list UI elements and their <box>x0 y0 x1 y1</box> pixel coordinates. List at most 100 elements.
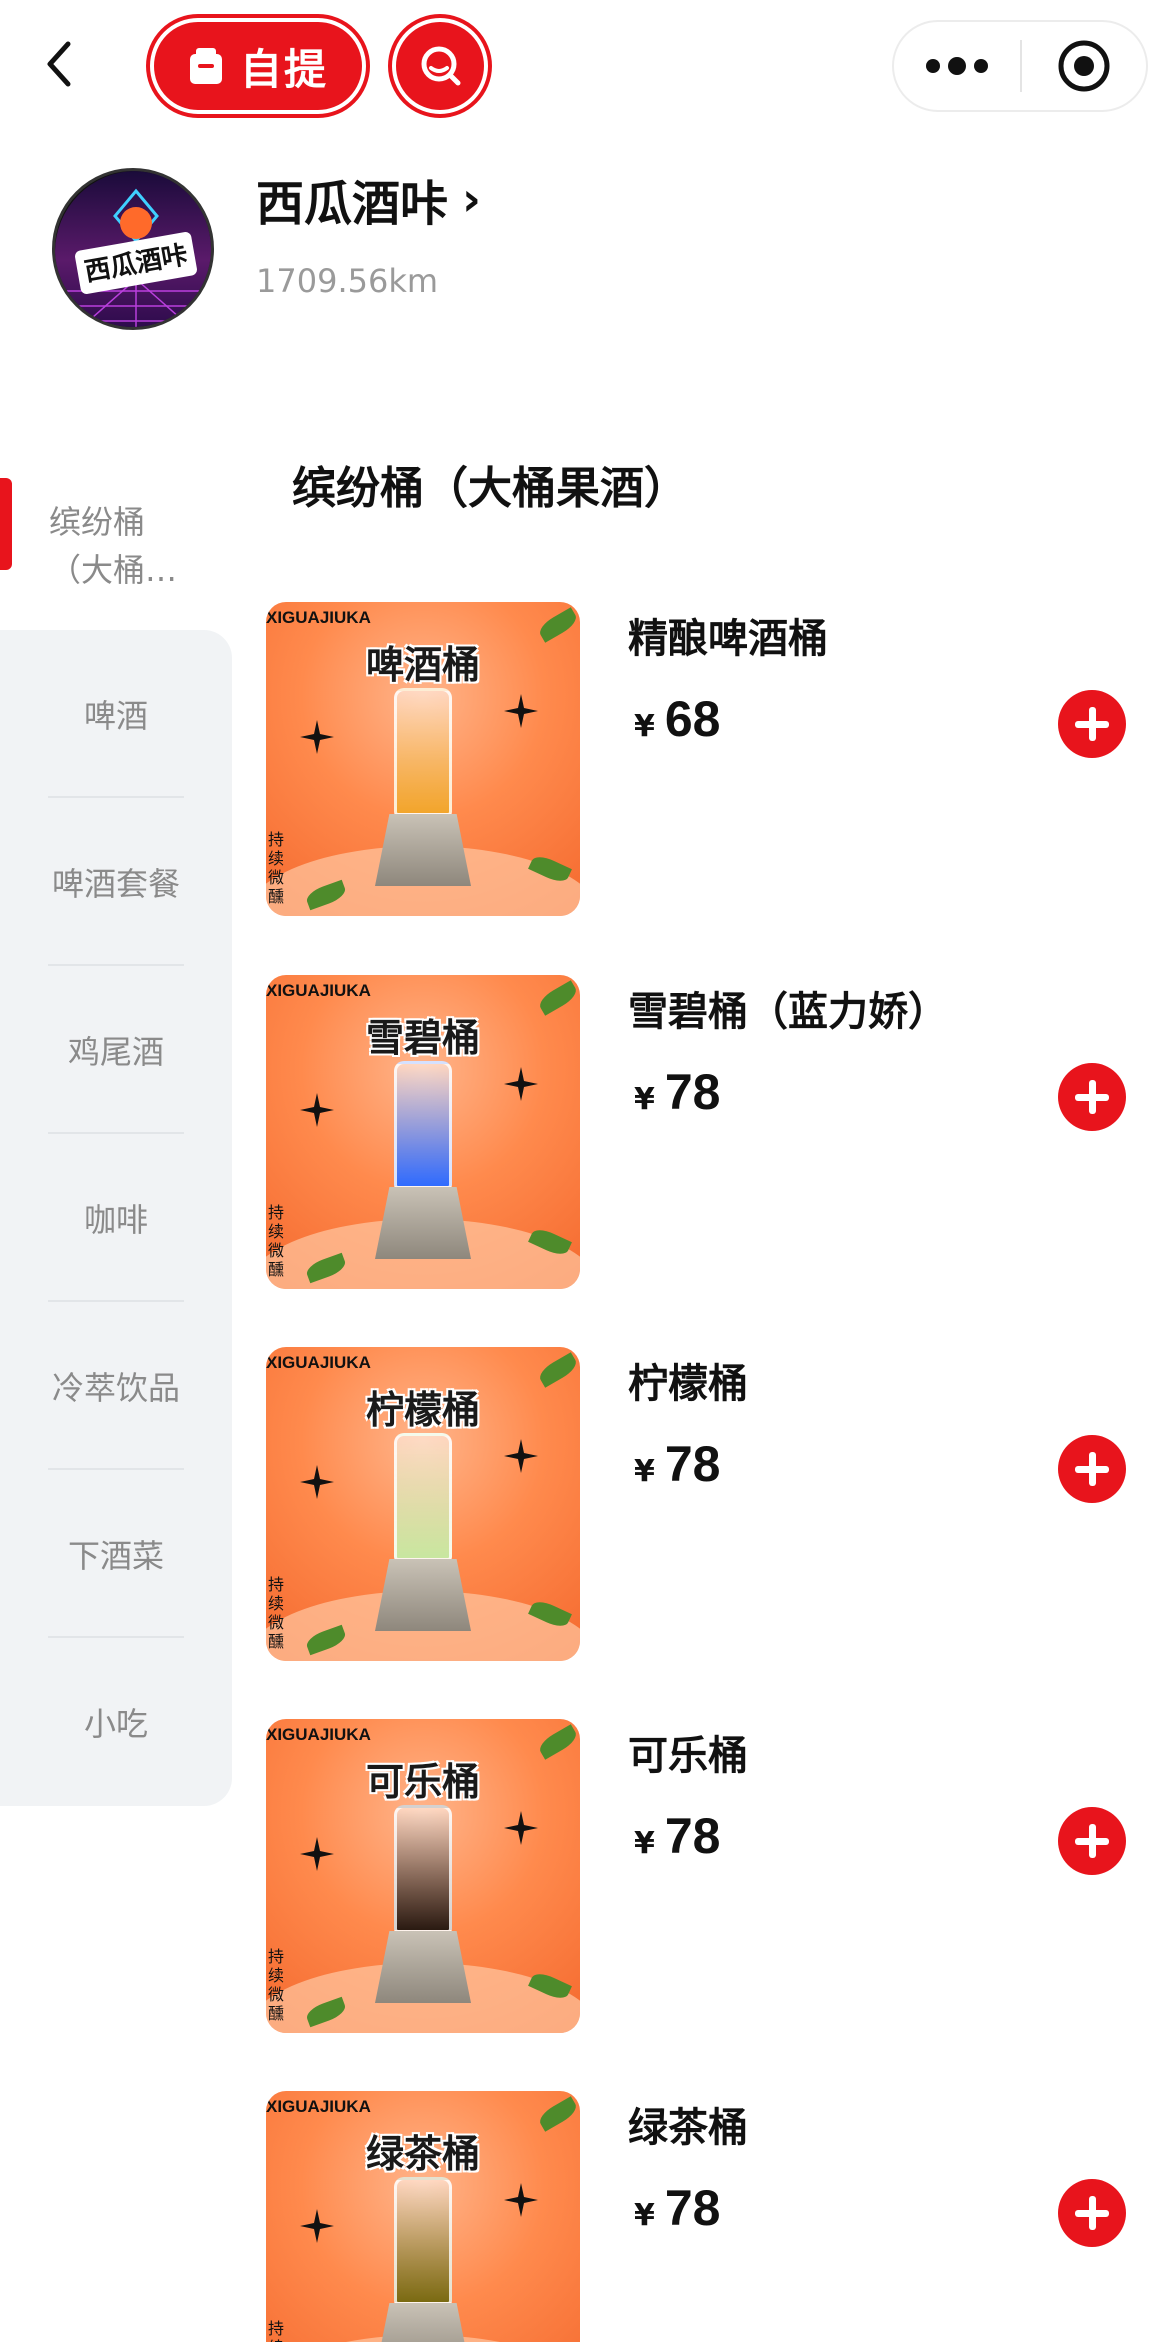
chevron-right-icon: › <box>462 172 481 226</box>
product-price: ¥ 78 <box>634 1807 721 1865</box>
drink-dispenser-illustration <box>375 1805 471 2003</box>
shop-distance: 1709.56km <box>256 262 439 300</box>
sparkle-icon <box>504 2183 538 2217</box>
currency-symbol: ¥ <box>634 1082 655 1117</box>
product-image[interactable]: XIGUAJIUKA 绿茶桶 持续微醺 <box>266 2091 580 2342</box>
product-card[interactable]: XIGUAJIUKA 可乐桶 持续微醺 可乐桶 ¥ 78 <box>266 1719 1146 2033</box>
back-button[interactable] <box>44 36 88 92</box>
more-dots-icon[interactable] <box>894 22 1020 110</box>
mini-program-capsule <box>892 20 1148 112</box>
bag-icon <box>189 48 222 84</box>
slogan-text: 持续微醺 <box>268 2319 285 2342</box>
product-image[interactable]: XIGUAJIUKA 啤酒桶 持续微醺 <box>266 602 580 916</box>
product-image-title: 柠檬桶 <box>365 1388 480 1432</box>
slogan-text: 持续微醺 <box>268 830 285 906</box>
search-icon <box>421 46 461 86</box>
drink-dispenser-illustration <box>375 2177 471 2342</box>
sidebar-item-snacks[interactable]: 小吃 <box>0 1638 232 1806</box>
brand-text: XIGUAJIUKA <box>266 1725 371 1744</box>
product-image-title: 啤酒桶 <box>365 643 480 687</box>
close-target-button[interactable] <box>1022 38 1146 94</box>
price-value: 78 <box>664 1436 721 1492</box>
shop-logo: 西瓜酒咔 <box>52 168 214 330</box>
price-value: 78 <box>664 1064 721 1120</box>
product-name: 精酿啤酒桶 <box>628 616 828 662</box>
product-image[interactable]: XIGUAJIUKA 雪碧桶 持续微醺 <box>266 975 580 1289</box>
sparkle-icon <box>300 1093 334 1127</box>
product-price: ¥ 78 <box>634 1063 721 1121</box>
currency-symbol: ¥ <box>634 1454 655 1489</box>
brand-text: XIGUAJIUKA <box>266 1353 371 1372</box>
add-to-cart-button[interactable] <box>1058 1435 1126 1503</box>
product-image-title: 可乐桶 <box>365 1760 480 1804</box>
sidebar-item-cocktail[interactable]: 鸡尾酒 <box>0 966 232 1134</box>
sidebar-item-label: 缤纷桶（大桶果酒） <box>49 503 178 589</box>
add-to-cart-button[interactable] <box>1058 1063 1126 1131</box>
pickup-button[interactable]: 自提 <box>150 18 366 114</box>
brand-text: XIGUAJIUKA <box>266 2097 371 2116</box>
add-to-cart-button[interactable] <box>1058 2179 1126 2247</box>
price-value: 68 <box>664 691 721 747</box>
sparkle-icon <box>300 720 334 754</box>
product-card[interactable]: XIGUAJIUKA 雪碧桶 持续微醺 雪碧桶（蓝力娇） ¥ 78 <box>266 975 1146 1289</box>
sidebar-item-beer[interactable]: 啤酒 <box>0 630 232 798</box>
sparkle-icon <box>300 1837 334 1871</box>
currency-symbol: ¥ <box>634 1826 655 1861</box>
sidebar-item-active[interactable]: 缤纷桶（大桶果酒） <box>0 462 232 630</box>
drink-dispenser-illustration <box>375 1433 471 1631</box>
sparkle-icon <box>504 694 538 728</box>
shop-logo-art: 西瓜酒咔 <box>55 171 211 327</box>
sparkle-icon <box>300 1465 334 1499</box>
product-name: 绿茶桶 <box>628 2105 748 2151</box>
product-image[interactable]: XIGUAJIUKA 可乐桶 持续微醺 <box>266 1719 580 2033</box>
product-image-title: 雪碧桶 <box>365 1016 480 1060</box>
product-card[interactable]: XIGUAJIUKA 柠檬桶 持续微醺 柠檬桶 ¥ 78 <box>266 1347 1146 1661</box>
currency-symbol: ¥ <box>634 709 655 744</box>
sidebar-item-beer-set[interactable]: 啤酒套餐 <box>0 798 232 966</box>
currency-symbol: ¥ <box>634 2198 655 2233</box>
sparkle-icon <box>504 1811 538 1845</box>
category-title: 缤纷桶（大桶果酒） <box>292 463 688 514</box>
brand-text: XIGUAJIUKA <box>266 981 371 1000</box>
product-name: 雪碧桶（蓝力娇） <box>628 989 948 1035</box>
target-icon <box>1058 40 1110 92</box>
sparkle-icon <box>504 1067 538 1101</box>
product-image-art: XIGUAJIUKA 雪碧桶 持续微醺 <box>266 975 580 1289</box>
sparkle-icon <box>300 2209 334 2243</box>
search-button[interactable] <box>392 18 488 114</box>
product-name: 柠檬桶 <box>628 1361 748 1407</box>
pickup-label: 自提 <box>239 44 328 94</box>
product-image-art: XIGUAJIUKA 柠檬桶 持续微醺 <box>266 1347 580 1661</box>
product-price: ¥ 78 <box>634 2179 721 2237</box>
product-image-art: XIGUAJIUKA 啤酒桶 持续微醺 <box>266 602 580 916</box>
sidebar-item-snacks-with-drinks[interactable]: 下酒菜 <box>0 1470 232 1638</box>
product-image-title: 绿茶桶 <box>365 2132 480 2176</box>
price-value: 78 <box>664 2180 721 2236</box>
shop-name[interactable]: 西瓜酒咔 › <box>256 164 481 234</box>
sidebar-list: 啤酒 啤酒套餐 鸡尾酒 咖啡 冷萃饮品 下酒菜 小吃 <box>0 630 232 1806</box>
shop-name-text: 西瓜酒咔 <box>256 176 449 232</box>
category-sidebar: 缤纷桶（大桶果酒） 啤酒 啤酒套餐 鸡尾酒 咖啡 冷萃饮品 下酒菜 小吃 <box>0 462 232 1806</box>
drink-dispenser-illustration <box>375 688 471 886</box>
back-chevron-icon <box>47 41 71 87</box>
product-image[interactable]: XIGUAJIUKA 柠檬桶 持续微醺 <box>266 1347 580 1661</box>
add-to-cart-button[interactable] <box>1058 1807 1126 1875</box>
slogan-text: 持续微醺 <box>268 1575 285 1651</box>
sidebar-item-coffee[interactable]: 咖啡 <box>0 1134 232 1302</box>
active-indicator <box>0 478 12 570</box>
product-name: 可乐桶 <box>628 1733 748 1779</box>
product-image-art: XIGUAJIUKA 可乐桶 持续微醺 <box>266 1719 580 2033</box>
product-image-art: XIGUAJIUKA 绿茶桶 持续微醺 <box>266 2091 580 2342</box>
product-price: ¥ 68 <box>634 690 721 748</box>
drink-dispenser-illustration <box>375 1061 471 1259</box>
price-value: 78 <box>664 1808 721 1864</box>
add-to-cart-button[interactable] <box>1058 690 1126 758</box>
sidebar-item-cold-brew[interactable]: 冷萃饮品 <box>0 1302 232 1470</box>
product-price: ¥ 78 <box>634 1435 721 1493</box>
sparkle-icon <box>504 1439 538 1473</box>
slogan-text: 持续微醺 <box>268 1203 285 1279</box>
brand-text: XIGUAJIUKA <box>266 608 371 627</box>
slogan-text: 持续微醺 <box>268 1947 285 2023</box>
product-card[interactable]: XIGUAJIUKA 绿茶桶 持续微醺 绿茶桶 ¥ 78 <box>266 2091 1146 2342</box>
product-card[interactable]: XIGUAJIUKA 啤酒桶 持续微醺 精酿啤酒桶 ¥ 68 <box>266 602 1146 916</box>
